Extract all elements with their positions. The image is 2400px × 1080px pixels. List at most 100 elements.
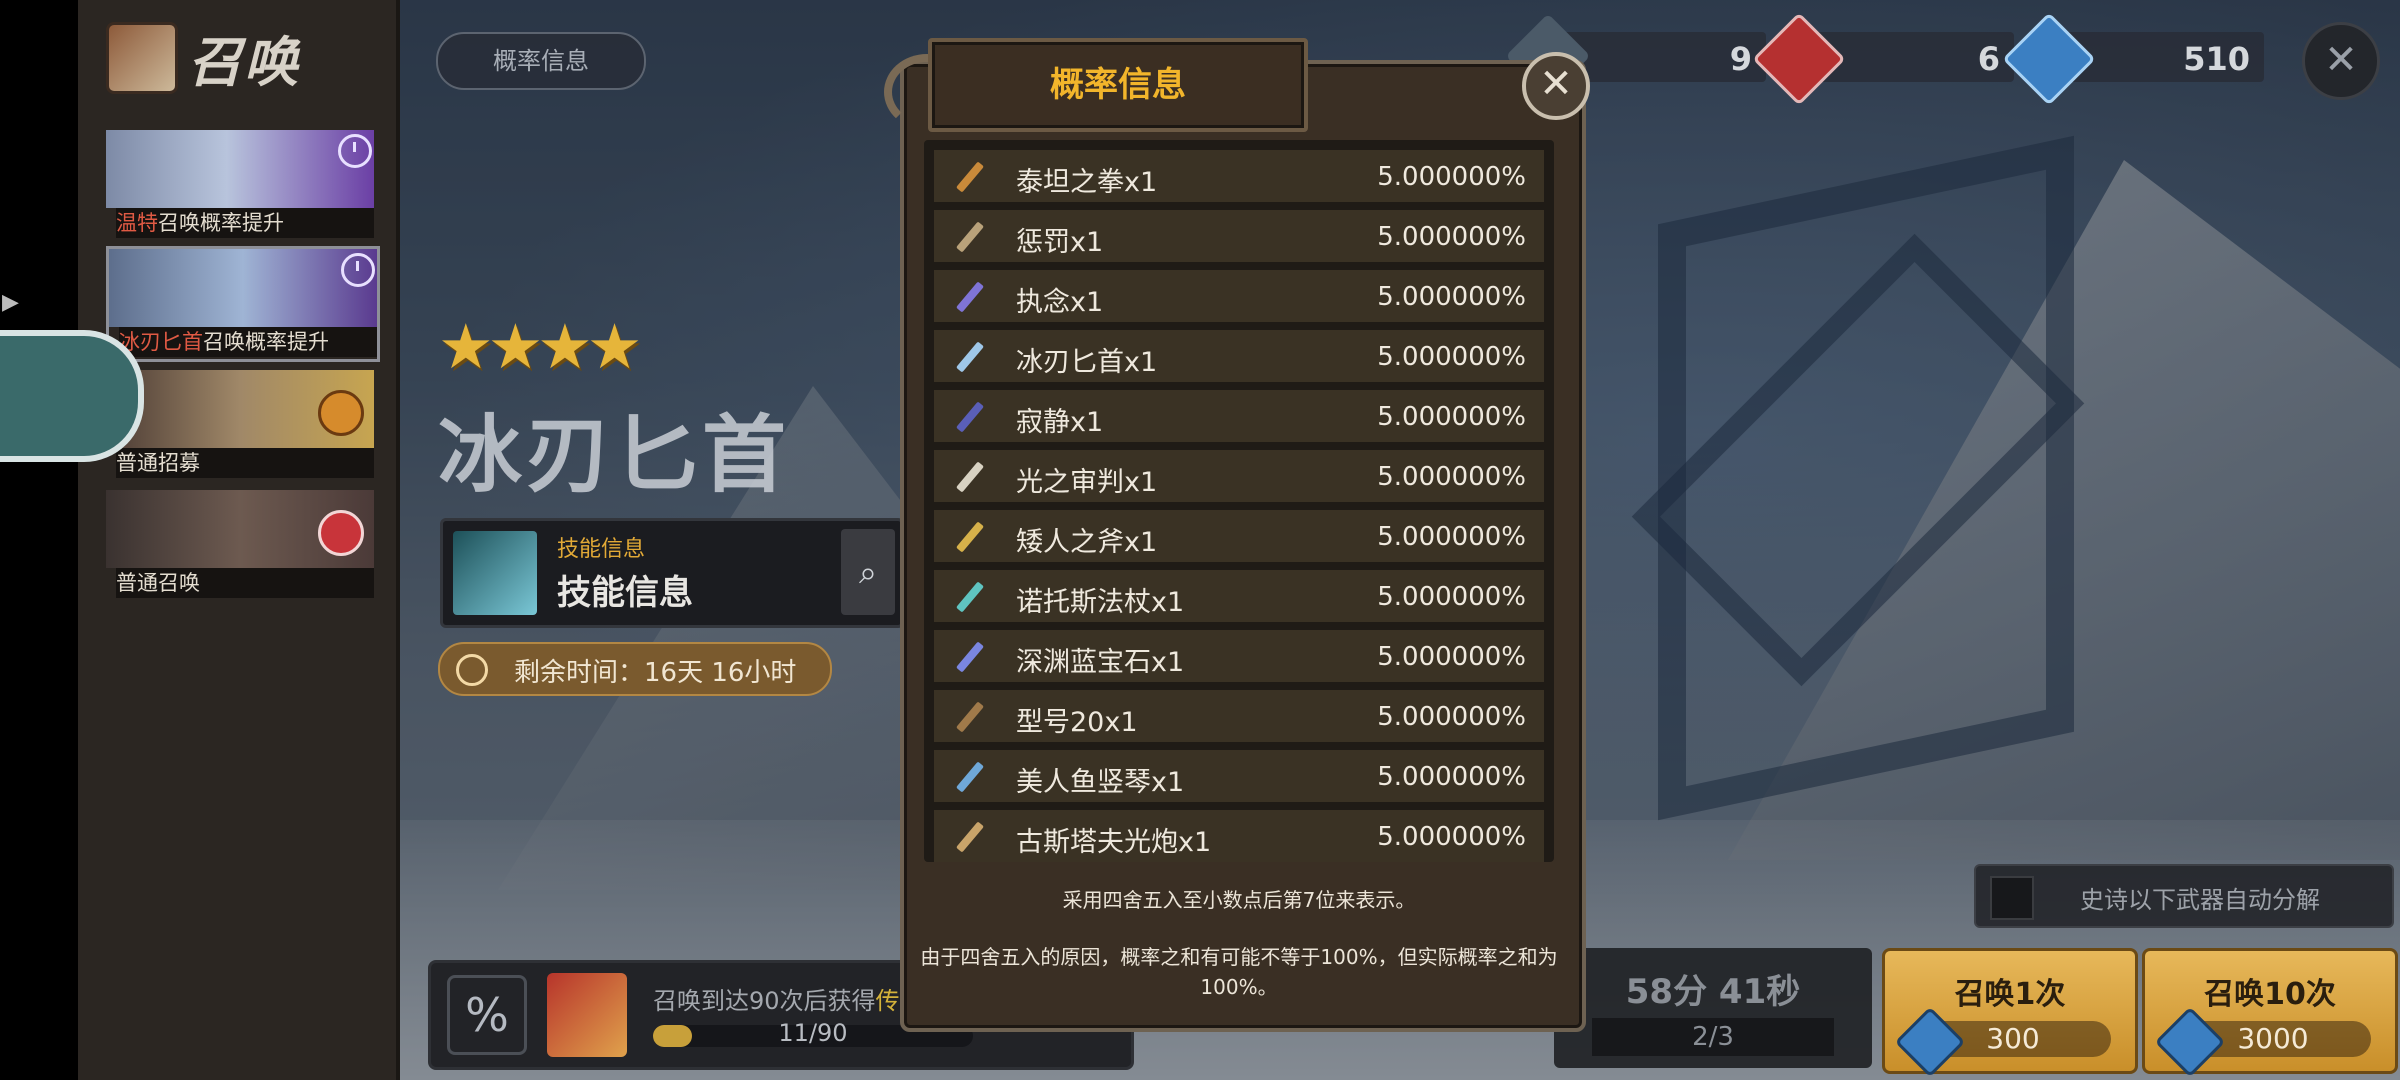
banner-highlight: 温特 (116, 211, 158, 235)
probability-list[interactable]: 泰坦之拳x1 5.000000% 惩罚x1 5.000000% 执念x1 5.000000… (924, 140, 1554, 862)
banner-image (106, 130, 374, 208)
weapon-shape (956, 461, 984, 493)
skill-info-caption: 技能信息 (557, 537, 646, 562)
banner-item-ice-dagger[interactable]: 冰刃匕首召唤概率提升 (106, 246, 380, 362)
weapon-icon (948, 756, 988, 796)
weapon-icon (948, 216, 988, 256)
item-name: 深渊蓝宝石x1 (1016, 647, 1185, 678)
list-item: 执念x1 5.000000% (934, 270, 1544, 322)
close-button[interactable]: ✕ (1522, 52, 1590, 120)
item-name: 美人鱼竖琴x1 (1016, 767, 1185, 798)
gem-icon (2154, 1006, 2226, 1078)
summon-cost: 3000 (2154, 1006, 2371, 1078)
item-probability: 5.000000% (1377, 342, 1526, 372)
rounding-note: 采用四舍五入至小数点后第7位来表示。 (1062, 888, 1416, 912)
item-probability: 5.000000% (1377, 462, 1526, 492)
banner-label: 温特召唤概率提升 (116, 208, 374, 238)
list-item: 美人鱼竖琴x1 5.000000% (934, 750, 1544, 802)
menu-close-button[interactable]: ✕ (2302, 22, 2380, 100)
clock-icon (341, 253, 375, 287)
currency-value: 510 (2183, 40, 2250, 78)
weapon-icon (948, 276, 988, 316)
weapon-shape (956, 221, 984, 253)
summon-label: 召唤1次 (1954, 977, 2066, 1012)
summon-cost-value: 300 (1986, 1022, 2040, 1055)
banner-label-text: 召唤概率提升 (203, 330, 329, 354)
list-item: 冰刃匕首x1 5.000000% (934, 330, 1544, 382)
currency-red-ticket[interactable]: 6 (1752, 12, 2014, 106)
probability-info-button[interactable]: 概率信息 (436, 32, 646, 90)
banner-item-normal-summon[interactable]: 普通召唤 (106, 490, 374, 600)
clock-icon (338, 134, 372, 168)
weapon-shape (956, 521, 984, 553)
red-ticket-icon (318, 510, 364, 556)
skill-crystal-icon (453, 531, 537, 615)
expand-arrow-icon[interactable]: ▶ (2, 290, 19, 315)
item-name: 寂静x1 (1016, 407, 1104, 438)
weapon-shape (956, 701, 984, 733)
cooldown-count: 2/3 (1592, 1018, 1834, 1056)
item-name: 诺托斯法杖x1 (1016, 587, 1185, 618)
banner-label: 冰刃匕首召唤概率提升 (119, 327, 377, 357)
clock-icon (456, 654, 488, 686)
weapon-icon (948, 636, 988, 676)
item-name: 泰坦之拳x1 (1016, 167, 1158, 198)
banner-image (109, 249, 377, 327)
summon-logo-icon (106, 21, 178, 94)
free-summon-cooldown: 58分 41秒 2/3 (1554, 948, 1872, 1068)
weapon-shape (956, 581, 984, 613)
list-item: 古斯塔夫光炮x1 5.000000% (934, 810, 1544, 862)
weapon-icon (948, 696, 988, 736)
item-name: 型号20x1 (1016, 707, 1138, 738)
item-probability: 5.000000% (1377, 282, 1526, 312)
weapon-shape (956, 401, 984, 433)
summon-cost: 300 (1894, 1006, 2111, 1078)
sidebar-title: 召唤 (188, 31, 300, 94)
banner-item-winter[interactable]: 温特召唤概率提升 (106, 130, 374, 240)
item-name: 执念x1 (1016, 287, 1104, 318)
item-probability: 5.000000% (1377, 702, 1526, 732)
weapon-icon (948, 396, 988, 436)
weapon-shape (956, 281, 984, 313)
list-item: 寂静x1 5.000000% (934, 390, 1544, 442)
banner-item-normal-recruit[interactable]: 普通招募 (106, 370, 374, 480)
item-name: 惩罚x1 (1016, 227, 1104, 258)
weapon-name: 冰刃匕首 (438, 406, 791, 504)
weapon-icon (948, 456, 988, 496)
auto-decompose-checkbox[interactable] (1990, 876, 2034, 920)
list-item: 型号20x1 5.000000% (934, 690, 1544, 742)
auto-decompose-toggle[interactable]: 史诗以下武器自动分解 (1974, 864, 2394, 928)
summon-10x-button[interactable]: 召唤10次 3000 (2142, 948, 2398, 1078)
list-item: 诺托斯法杖x1 5.000000% (934, 570, 1544, 622)
list-item: 惩罚x1 5.000000% (934, 210, 1544, 262)
weapon-icon (948, 516, 988, 556)
pity-description: 召唤到达90次后获得传 (653, 981, 900, 1016)
skill-info-box[interactable]: 技能信息 技能信息 ⌕ (440, 518, 904, 628)
list-item: 光之审判x1 5.000000% (934, 450, 1544, 502)
search-icon[interactable]: ⌕ (841, 529, 895, 615)
weapon-icon (948, 336, 988, 376)
weapon-icon (948, 156, 988, 196)
weapon-shape (956, 161, 984, 193)
coin-icon (318, 390, 364, 436)
item-name: 矮人之斧x1 (1016, 527, 1158, 558)
banner-label: 普通招募 (116, 448, 374, 478)
sidebar-header: 召唤 (106, 18, 300, 97)
banner-label-text: 召唤概率提升 (158, 211, 284, 235)
avatar[interactable] (0, 330, 144, 462)
weapon-icon (948, 816, 988, 856)
summon-cost-value: 3000 (2237, 1022, 2309, 1055)
list-item: 深渊蓝宝石x1 5.000000% (934, 630, 1544, 682)
weapon-shape (956, 641, 984, 673)
item-name: 冰刃匕首x1 (1016, 347, 1158, 378)
weapon-icon (948, 576, 988, 616)
remaining-time-badge: 剩余时间：16天 16小时 (438, 642, 832, 696)
list-item: 矮人之斧x1 5.000000% (934, 510, 1544, 562)
item-probability: 5.000000% (1377, 642, 1526, 672)
weapon-shape (956, 761, 984, 793)
item-probability: 5.000000% (1377, 402, 1526, 432)
summon-1x-button[interactable]: 召唤1次 300 (1882, 948, 2138, 1078)
percent-button[interactable]: % (447, 975, 527, 1055)
currency-gem[interactable]: 510 (2002, 12, 2264, 106)
summon-sidebar: 召唤 温特召唤概率提升 冰刃匕首召唤概率提升 普通招募 普通召唤 (78, 0, 400, 1080)
